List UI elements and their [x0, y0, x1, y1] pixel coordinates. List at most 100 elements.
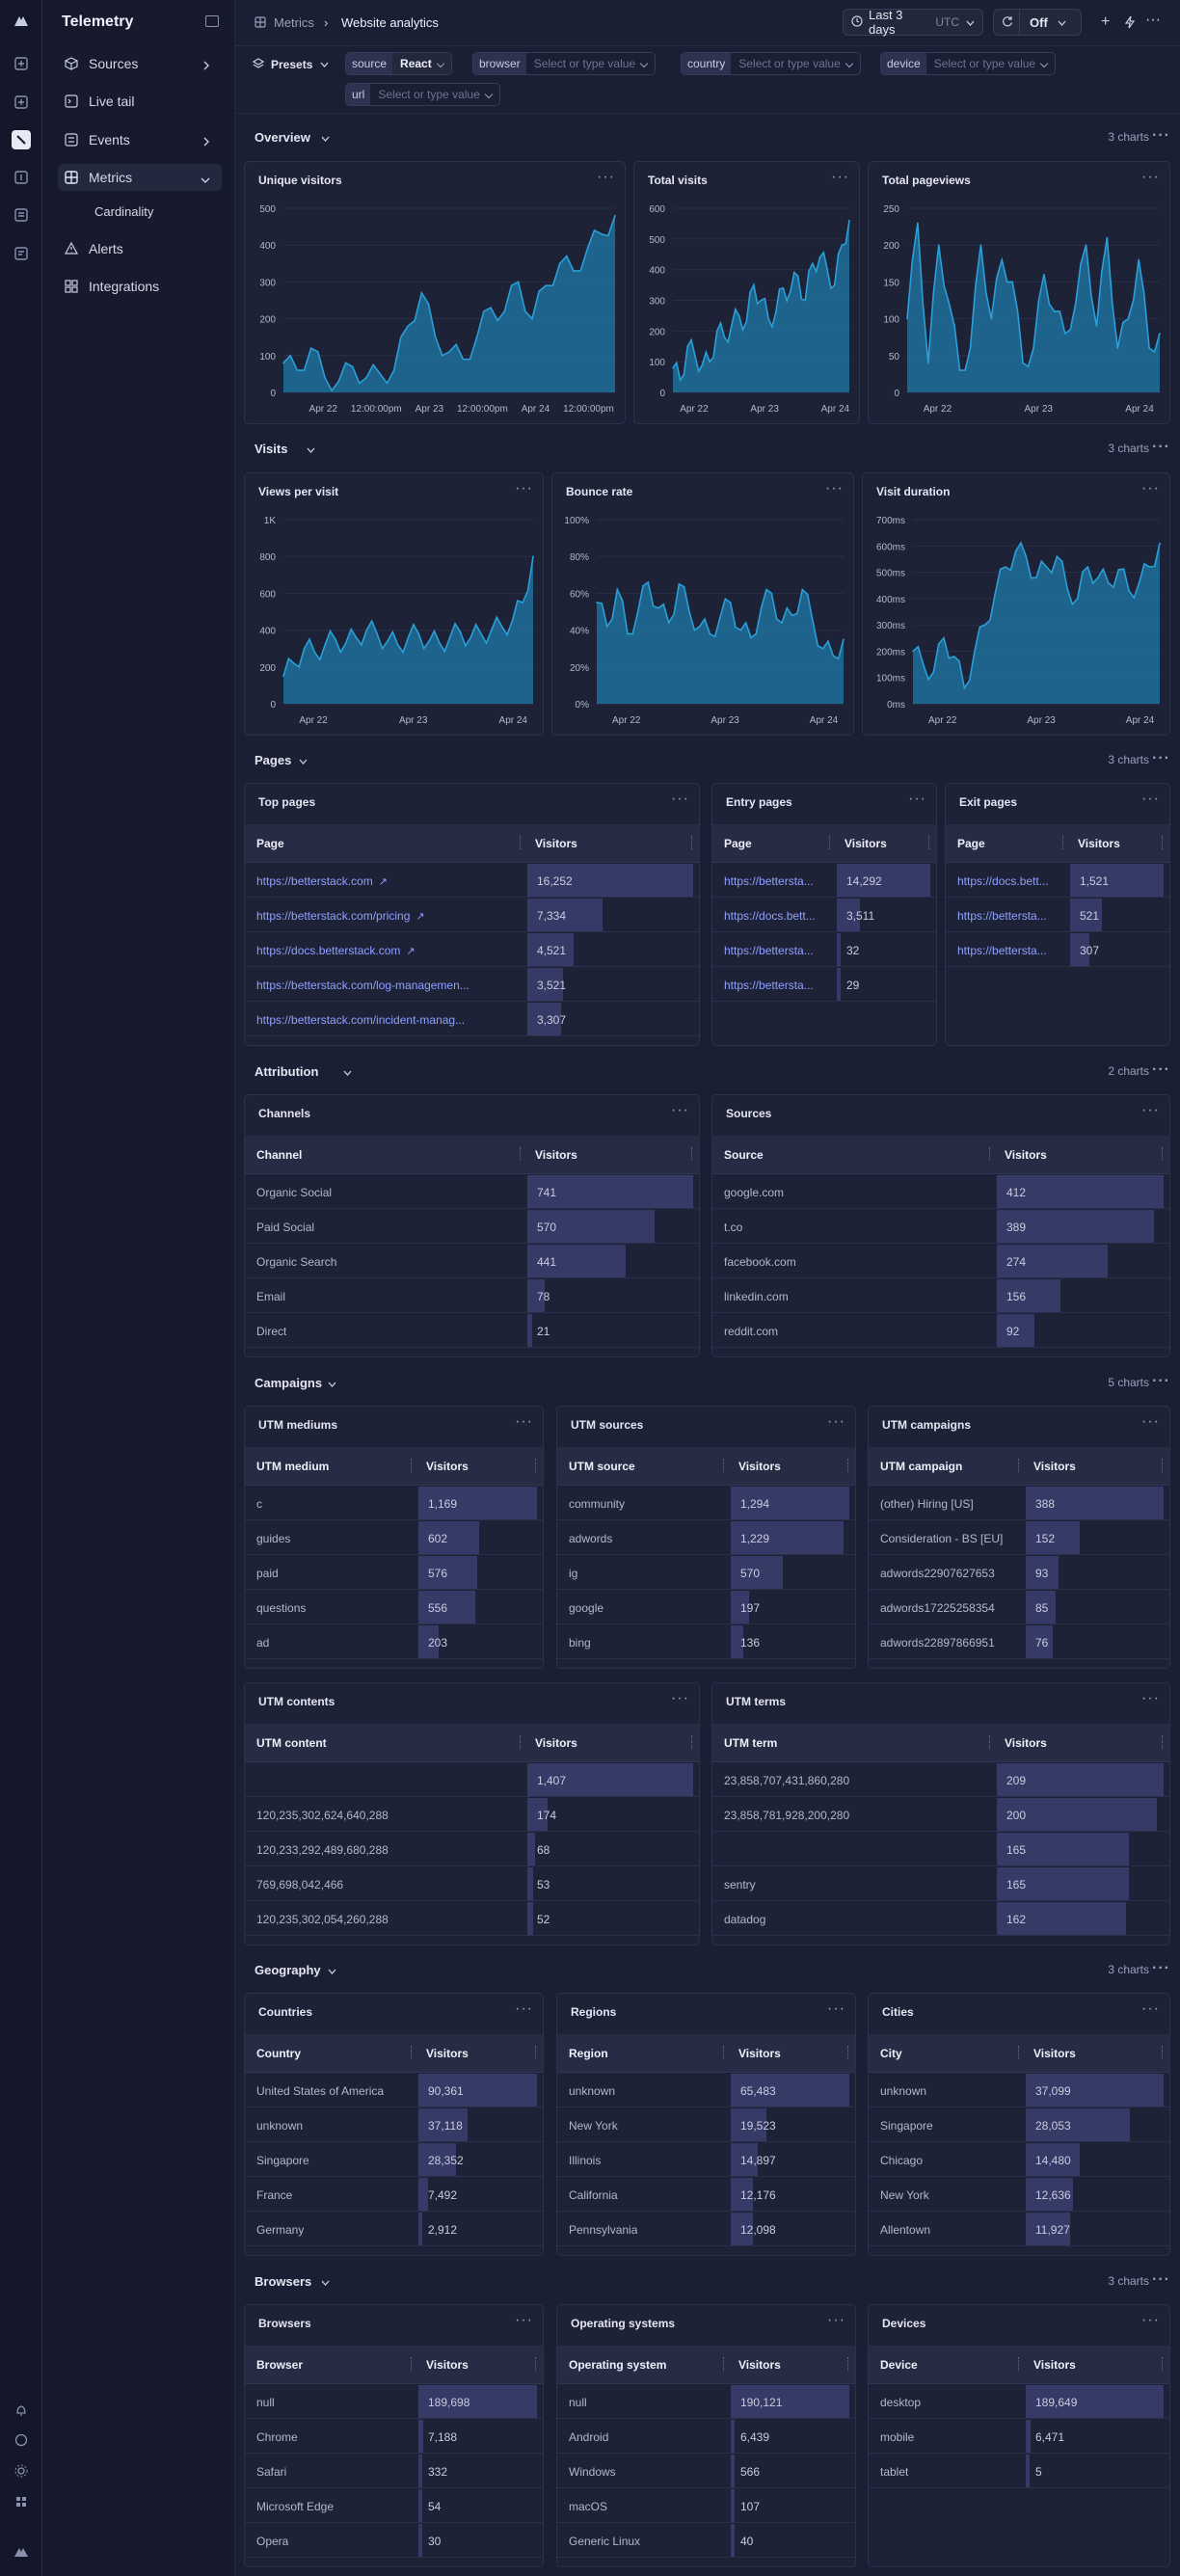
table-row[interactable]: guides 602 [245, 1520, 543, 1555]
section-header-geography[interactable]: Geography 3 charts ··· [255, 1960, 1170, 1979]
sidebar-item-events[interactable]: Events [58, 126, 222, 153]
table-row[interactable]: questions 556 [245, 1590, 543, 1624]
warehouse-icon[interactable] [12, 168, 31, 187]
table-row[interactable]: New York 12,636 [869, 2177, 1169, 2212]
more-options-icon[interactable]: ··· [1152, 439, 1170, 456]
table-row[interactable]: google.com 412 [712, 1174, 1169, 1209]
column-resize-handle[interactable] [535, 2046, 537, 2059]
table-row[interactable]: Organic Search 441 [245, 1244, 699, 1278]
column-resize-handle[interactable] [1162, 1459, 1164, 1472]
section-header-pages[interactable]: Pages 3 charts ··· [255, 750, 1170, 769]
page-link[interactable]: https://betterstack.com/incident-manag..… [256, 1013, 465, 1027]
column-header[interactable]: Visitors [738, 1460, 781, 1473]
page-link[interactable]: https://docs.bett... [724, 909, 816, 923]
more-options-icon[interactable]: ··· [515, 2000, 533, 2018]
table-row[interactable]: https://bettersta... 29 [712, 967, 936, 1002]
page-link[interactable]: https://betterstack.com/pricing ↗ [256, 909, 425, 923]
table-row[interactable]: null 190,121 [557, 2384, 855, 2419]
table-row[interactable]: Android 6,439 [557, 2419, 855, 2454]
more-options-icon[interactable]: ··· [1152, 127, 1170, 145]
table-row[interactable]: (other) Hiring [US] 388 [869, 1486, 1169, 1520]
table-row[interactable]: https://docs.bett... 1,521 [946, 863, 1169, 898]
column-resize-handle[interactable] [1162, 1147, 1164, 1161]
more-options-icon[interactable]: ··· [1141, 1413, 1160, 1431]
more-options-icon[interactable]: ··· [827, 2000, 845, 2018]
column-header[interactable]: Device [880, 2358, 918, 2372]
more-options-icon[interactable]: ··· [1141, 1690, 1160, 1707]
filter-placeholder[interactable]: Select or type value [926, 53, 1055, 74]
column-header[interactable]: Visitors [1005, 1148, 1047, 1162]
column-header[interactable]: Source [724, 1148, 764, 1162]
notes-icon[interactable] [12, 244, 31, 263]
logs-icon[interactable] [12, 93, 31, 112]
column-resize-handle[interactable] [691, 836, 693, 849]
table-row[interactable]: bing 136 [557, 1624, 855, 1659]
table-row[interactable]: https://bettersta... 14,292 [712, 863, 936, 898]
table-row[interactable]: https://bettersta... 521 [946, 898, 1169, 932]
table-row[interactable]: Chicago 14,480 [869, 2142, 1169, 2177]
more-options-icon[interactable]: ··· [1141, 791, 1160, 808]
external-link-icon[interactable]: ↗ [406, 945, 415, 957]
filter-source[interactable]: source React [345, 52, 452, 75]
column-resize-handle[interactable] [1018, 2357, 1020, 2371]
page-link[interactable]: https://betterstack.com/log-managemen... [256, 979, 469, 992]
table-row[interactable]: 23,858,707,431,860,280 209 [712, 1762, 1169, 1797]
table-row[interactable]: unknown 65,483 [557, 2073, 855, 2107]
more-options-icon[interactable]: ··· [1141, 2000, 1160, 2018]
table-row[interactable]: Direct 21 [245, 1313, 699, 1348]
more-options-icon[interactable]: ··· [1152, 1061, 1170, 1079]
column-header[interactable]: Page [724, 837, 752, 850]
page-link[interactable]: https://bettersta... [724, 874, 814, 888]
table-row[interactable]: community 1,294 [557, 1486, 855, 1520]
column-resize-handle[interactable] [1162, 2357, 1164, 2371]
more-options-icon[interactable]: ··· [1145, 12, 1161, 29]
filter-browser[interactable]: browser Select or type value [472, 52, 657, 75]
column-resize-handle[interactable] [1018, 2046, 1020, 2059]
section-header-overview[interactable]: Overview 3 charts ··· [255, 127, 1170, 147]
column-resize-handle[interactable] [847, 2357, 849, 2371]
more-options-icon[interactable]: ··· [671, 1102, 689, 1119]
page-link[interactable]: https://bettersta... [957, 944, 1047, 957]
section-header-browsers[interactable]: Browsers 3 charts ··· [255, 2271, 1170, 2291]
more-options-icon[interactable]: ··· [1152, 750, 1170, 767]
column-header[interactable]: Visitors [1033, 2047, 1076, 2060]
table-row[interactable]: 769,698,042,466 53 [245, 1866, 699, 1901]
betterstack-logo-icon[interactable] [12, 12, 31, 31]
more-options-icon[interactable]: ··· [1152, 2271, 1170, 2289]
column-header[interactable]: Visitors [1033, 2358, 1076, 2372]
column-header[interactable]: Visitors [738, 2358, 781, 2372]
column-resize-handle[interactable] [535, 2357, 537, 2371]
table-row[interactable]: c 1,169 [245, 1486, 543, 1520]
column-resize-handle[interactable] [535, 1459, 537, 1472]
filter-placeholder[interactable]: Select or type value [731, 53, 859, 74]
column-header[interactable]: Visitors [426, 1460, 469, 1473]
sidebar-item-integrations[interactable]: Integrations [58, 273, 222, 300]
table-row[interactable]: adwords22907627653 93 [869, 1555, 1169, 1590]
table-row[interactable]: ad 203 [245, 1624, 543, 1659]
column-resize-handle[interactable] [847, 1459, 849, 1472]
table-row[interactable]: France 7,492 [245, 2177, 543, 2212]
table-row[interactable]: 120,233,292,489,680,288 68 [245, 1832, 699, 1866]
table-row[interactable]: mobile 6,471 [869, 2419, 1169, 2454]
more-options-icon[interactable]: ··· [827, 2312, 845, 2329]
sidebar-item-alerts[interactable]: Alerts [58, 235, 222, 262]
column-resize-handle[interactable] [847, 2046, 849, 2059]
section-header-campaigns[interactable]: Campaigns 5 charts ··· [255, 1373, 1170, 1392]
column-header[interactable]: Page [957, 837, 985, 850]
table-row[interactable]: unknown 37,099 [869, 2073, 1169, 2107]
page-link[interactable]: https://bettersta... [724, 979, 814, 992]
column-header[interactable]: City [880, 2047, 902, 2060]
chat-icon[interactable] [12, 2430, 31, 2450]
table-row[interactable]: desktop 189,649 [869, 2384, 1169, 2419]
table-row[interactable]: null 189,698 [245, 2384, 543, 2419]
table-row[interactable]: tablet 5 [869, 2454, 1169, 2488]
table-row[interactable]: paid 576 [245, 1555, 543, 1590]
column-header[interactable]: UTM source [569, 1460, 635, 1473]
page-link[interactable]: https://bettersta... [724, 944, 814, 957]
collapse-sidebar-icon[interactable] [205, 15, 219, 27]
table-row[interactable]: https://bettersta... 307 [946, 932, 1169, 967]
column-header[interactable]: Visitors [426, 2358, 469, 2372]
column-header[interactable]: Visitors [1005, 1736, 1047, 1750]
column-resize-handle[interactable] [1162, 2046, 1164, 2059]
refresh-interval-picker[interactable]: Off [993, 9, 1082, 36]
